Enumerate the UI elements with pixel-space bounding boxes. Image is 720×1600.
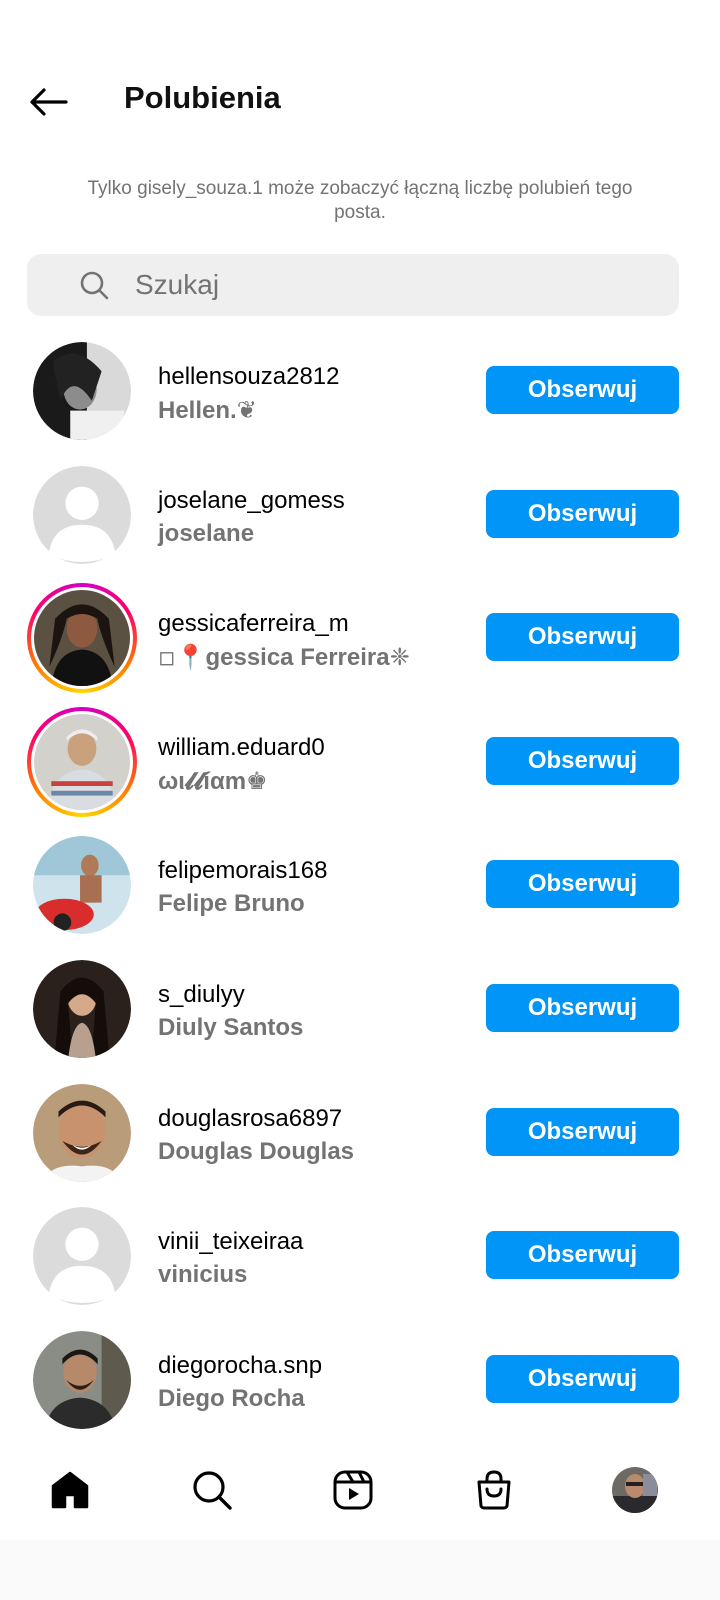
avatar-with-story-ring[interactable] [27,583,137,694]
username[interactable]: felipemorais168 [158,857,327,885]
liker-row[interactable]: hellensouza2812 Hellen.❦ Obserwuj [0,330,720,454]
follow-button[interactable]: Obserwuj [486,1354,679,1403]
follow-button[interactable]: Obserwuj [486,366,679,414]
username[interactable]: hellensouza2812 [158,363,340,391]
full-name: ◽📍gessica Ferreira❈ [158,644,410,672]
liker-row[interactable]: s_diulyy Diuly Santos Obserwuj [0,948,720,1072]
avatar[interactable] [33,836,131,935]
avatar[interactable] [33,959,131,1058]
full-name: ωι𝓵𝓵íαm♚ [158,767,268,795]
shop-icon [477,1470,511,1510]
likes-privacy-notice: Tylko gisely_souza.1 może zobaczyć łączn… [87,178,633,223]
search-icon [80,271,109,300]
follow-button[interactable]: Obserwuj [486,1231,679,1280]
back-button[interactable] [24,80,72,124]
liker-row[interactable]: felipemorais168 Felipe Bruno Obserwuj [0,824,720,948]
follow-button[interactable]: Obserwuj [486,983,679,1032]
full-name: Diuly Santos [158,1013,304,1041]
liker-row[interactable]: william.eduard0 ωι𝓵𝓵íαm♚ Obserwuj [0,701,720,825]
follow-button[interactable]: Obserwuj [486,860,679,909]
nav-shop[interactable] [464,1464,524,1516]
full-name: vinicius [158,1261,248,1289]
nav-reels[interactable] [323,1464,383,1516]
username[interactable]: joselane_gomess [158,487,345,515]
likers-list: hellensouza2812 Hellen.❦ Obserwuj joselane_… [0,330,720,1442]
avatar-with-story-ring[interactable] [27,706,137,817]
username[interactable]: william.eduard0 [158,734,325,762]
follow-button[interactable]: Obserwuj [486,1107,679,1156]
avatar[interactable] [33,465,131,564]
username[interactable]: douglasrosa6897 [158,1105,342,1133]
avatar[interactable] [33,342,131,440]
username[interactable]: s_diulyy [158,981,245,1009]
liker-row[interactable]: joselane_gomess joselane Obserwuj [0,454,720,578]
profile-avatar [612,1467,658,1513]
nav-profile[interactable] [605,1464,665,1516]
liker-row[interactable]: gessicaferreira_m ◽📍gessica Ferreira❈ Obse… [0,577,720,701]
search-input[interactable] [135,264,655,306]
full-name: joselane [158,519,255,547]
full-name: Hellen.❦ [158,397,257,424]
follow-button[interactable]: Obserwuj [486,613,679,662]
liker-row[interactable]: douglasrosa6897 Douglas Douglas Obserwuj [0,1072,720,1196]
username[interactable]: diegorocha.snp [158,1352,322,1380]
header: Polubienia [0,0,720,160]
avatar[interactable] [33,1207,131,1306]
follow-button[interactable]: Obserwuj [486,489,679,538]
bottom-navigation [0,1440,720,1540]
reels-icon [333,1470,373,1510]
system-bottom-bar [0,1540,720,1600]
avatar[interactable] [33,1330,131,1429]
search-bar[interactable] [27,254,679,316]
username[interactable]: gessicaferreira_m [158,610,349,638]
search-icon [193,1471,232,1510]
username[interactable]: vinii_teixeiraa [158,1228,303,1256]
full-name: Felipe Bruno [158,890,305,918]
arrow-left-icon [30,88,68,116]
liker-row[interactable]: diegorocha.snp Diego Rocha Obserwuj [0,1319,720,1443]
follow-button[interactable]: Obserwuj [486,736,679,785]
nav-home[interactable] [40,1464,100,1516]
full-name: Douglas Douglas [158,1137,355,1165]
full-name: Diego Rocha [158,1384,305,1412]
nav-search[interactable] [182,1464,242,1516]
liker-row[interactable]: vinii_teixeiraa vinicius Obserwuj [0,1195,720,1319]
page-title: Polubienia [124,80,281,115]
avatar[interactable] [33,1083,131,1182]
home-icon [51,1471,89,1509]
